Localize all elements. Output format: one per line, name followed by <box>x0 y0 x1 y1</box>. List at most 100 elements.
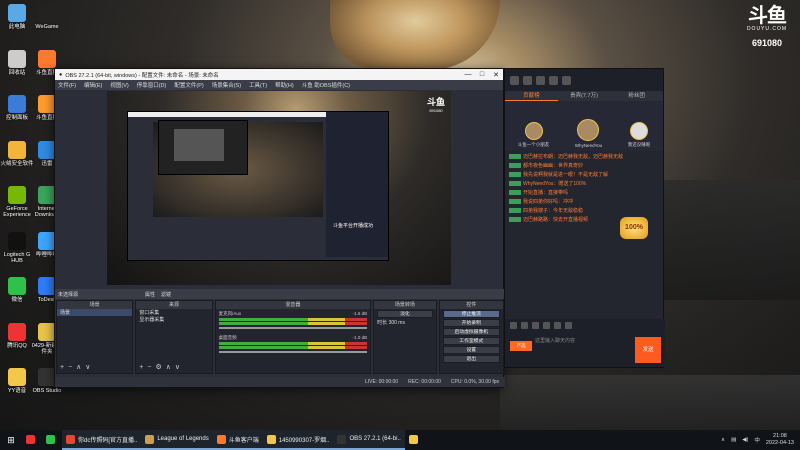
desktop-icon[interactable]: WeGame <box>30 4 64 30</box>
windows-start-icon[interactable]: ⊞ <box>0 430 22 450</box>
start-recording-button[interactable]: 开始录制 <box>442 319 500 327</box>
app-icon <box>8 322 26 341</box>
obs-statusbar: LIVE: 00:00:00 REC: 00:00:00 CPU: 0.0%, … <box>55 377 505 387</box>
app-icon <box>145 434 155 444</box>
level-badge <box>509 208 521 214</box>
exit-button[interactable]: 退出 <box>442 355 500 363</box>
redpack-icon[interactable] <box>543 322 550 329</box>
desktop-icon[interactable]: 腾讯QQ <box>0 322 34 349</box>
chat-message: WhyNeedYou：赠送了100% <box>509 180 659 189</box>
close-button[interactable]: ✕ <box>489 71 503 79</box>
cat-photo-background <box>330 0 500 70</box>
filters-button[interactable]: 滤镜 <box>161 291 171 298</box>
level-badge <box>509 190 521 196</box>
chat-input[interactable]: 这里输入聊天内容 <box>535 337 620 344</box>
maximize-button[interactable]: □ <box>475 71 489 79</box>
desktop-volume-slider[interactable] <box>218 351 368 353</box>
nested-obs-capture: 斗鱼平台开播成功 <box>127 111 389 261</box>
network-icon[interactable]: ▤ <box>731 437 736 443</box>
desktop-icon[interactable]: 微信 <box>0 277 34 303</box>
avatar <box>629 122 648 140</box>
app-icon <box>8 140 26 159</box>
taskbar-app[interactable]: OBS 27.2.1 (64-bi.. <box>333 430 405 450</box>
menu-file[interactable]: 文件(F) <box>58 81 76 89</box>
minimize-button[interactable]: — <box>461 71 475 79</box>
input-language[interactable]: 中 <box>754 436 760 444</box>
app-icon <box>38 49 56 68</box>
transition-select[interactable]: 淡化 <box>377 310 433 318</box>
desktop-icon[interactable]: 此电脑 <box>0 4 34 30</box>
level-badge <box>509 199 521 205</box>
desktop-icon[interactable]: Logitech G HUB <box>0 231 34 264</box>
taskbar-app[interactable] <box>42 430 62 450</box>
volume-icon[interactable]: ◀) <box>742 437 748 443</box>
menu-help[interactable]: 帮助(H) <box>275 81 294 89</box>
menu-douyu-plugin[interactable]: 斗鱼 助OBS插件(C) <box>302 81 350 89</box>
app-icon <box>66 434 75 444</box>
desktop-icon[interactable]: 火绒安全软件 <box>0 140 34 167</box>
obs-titlebar[interactable]: ● OBS 27.2.1 (64-bit, windows) - 配置文件: 未… <box>55 69 503 80</box>
obs-menubar: 文件(F) 编辑(E) 视图(V) 停靠窗口(D) 配置文件(P) 场景集合(S… <box>55 80 503 90</box>
desktop-icon[interactable]: GeForce Experience <box>0 186 34 218</box>
desktop-icon[interactable]: 回收站 <box>0 49 34 76</box>
rank-2[interactable]: 斗鱼一个小朋友 <box>518 122 549 148</box>
mic-volume-slider[interactable] <box>218 327 368 329</box>
virtual-camera-button[interactable]: 启动虚拟摄像机 <box>442 328 500 336</box>
taskbar-app[interactable]: 1450990307-罗烟.. <box>262 430 334 450</box>
menu-scene-collection[interactable]: 场景集合(S) <box>212 81 241 89</box>
emoji-icon[interactable] <box>510 322 517 329</box>
tab-contribution[interactable]: 贡献榜 <box>505 91 558 101</box>
desktop-icon[interactable]: 控制面板 <box>0 95 34 121</box>
menu-view[interactable]: 视图(V) <box>110 81 128 89</box>
chat-message: 我说四弟你好吗：冲冲 <box>509 198 659 207</box>
settings-button[interactable]: 设置 <box>442 346 500 354</box>
live-time: LIVE: 00:00:00 <box>365 379 399 385</box>
obs-window-title: OBS 27.2.1 (64-bit, windows) - 配置文件: 未命名… <box>65 72 219 79</box>
desktop-icon[interactable]: YY语音 <box>0 368 34 394</box>
rank-1[interactable]: WhyNeedYou <box>575 119 602 148</box>
menu-docks[interactable]: 停靠窗口(D) <box>137 81 167 89</box>
chat-header <box>505 69 663 91</box>
scene-item[interactable]: 场景 <box>57 309 133 316</box>
gift-icon[interactable] <box>521 322 528 329</box>
background-shelf <box>640 180 800 300</box>
app-icon <box>26 434 35 444</box>
taskbar-app[interactable] <box>22 430 42 450</box>
taskbar-app[interactable]: 你dc传照码[官方直播.. <box>62 430 142 450</box>
chat-message: 开始直播：直接带吗 <box>509 189 659 198</box>
obs-app-icon: ● <box>59 71 63 78</box>
cpu-fps: CPU: 0.0%, 30.00 fps <box>450 379 499 385</box>
more-icon[interactable] <box>565 322 572 329</box>
rank-3[interactable]: 我还没睡呢 <box>628 122 650 148</box>
fan-icon[interactable] <box>532 322 539 329</box>
app-icon <box>8 368 26 386</box>
clock[interactable]: 21:08 2022-04-13 <box>766 433 794 447</box>
stop-streaming-button[interactable]: 停止推流 <box>442 310 500 318</box>
tab-vip[interactable]: 贵宾(7.7万) <box>558 91 611 101</box>
send-button[interactable]: 发送 <box>635 337 661 363</box>
share-icon[interactable] <box>554 322 561 329</box>
preview-douyu-logo: 斗鱼 691080 <box>426 97 445 113</box>
menu-edit[interactable]: 编辑(E) <box>84 81 102 89</box>
source-item-display[interactable]: 显示器采集 <box>136 316 211 323</box>
menu-profile[interactable]: 配置文件(P) <box>174 81 203 89</box>
source-item-window[interactable]: 窗口采集 <box>136 309 211 316</box>
taskbar-app[interactable]: 斗鱼客户端 <box>212 430 263 450</box>
chevron-up-icon[interactable]: ∧ <box>721 437 725 443</box>
mixer-channel-mic: 麦克风/Aux -1.6 dB <box>216 309 371 333</box>
taskbar-app[interactable]: League of Legends <box>141 430 213 450</box>
chat-message: 四弟我嫂子：今年无敌稳稳 <box>509 207 659 216</box>
chat-messages: 迈巴赫拉布朗：迈巴赫我无敌，迈巴赫我无敌 都市夜色幽幽：世界真奇妙 我先说啊我就是进… <box>505 151 663 227</box>
studio-mode-button[interactable]: 工作室模式 <box>442 337 500 345</box>
transition-duration-input[interactable]: 300 ms <box>389 320 405 326</box>
menu-tools[interactable]: 工具(T) <box>249 81 267 89</box>
avatar[interactable] <box>510 75 519 85</box>
scenes-dock-controls[interactable]: +−∧∨ <box>60 363 94 371</box>
tab-fans[interactable]: 粉丝团 <box>610 91 663 101</box>
sources-dock-controls[interactable]: +−⚙∧∨ <box>139 363 184 371</box>
taskbar-app[interactable] <box>405 430 425 450</box>
system-tray: ∧ ▤ ◀) 中 21:08 2022-04-13 <box>721 433 800 447</box>
douyu-chat-window: 贡献榜 贵宾(7.7万) 粉丝团 斗鱼一个小朋友 WhyNeedYou 我还没睡… <box>504 68 665 368</box>
properties-button[interactable]: 属性 <box>145 291 155 298</box>
obs-preview[interactable]: 斗鱼平台开播成功 斗鱼 691080 <box>107 91 451 285</box>
